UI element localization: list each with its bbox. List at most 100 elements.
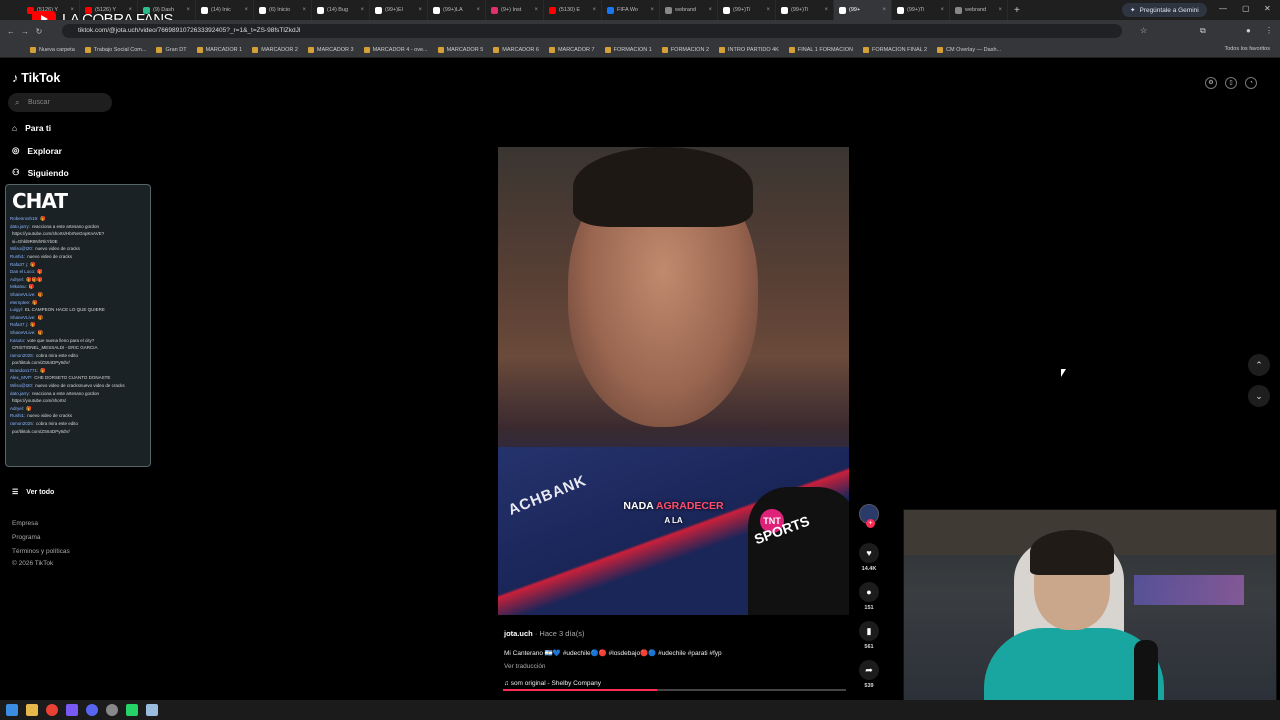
tab-close-icon[interactable]: × [244, 7, 248, 13]
browser-tab[interactable]: FIFA Wo × [602, 0, 660, 20]
tab-close-icon[interactable]: × [708, 7, 712, 13]
url-field[interactable]: tiktok.com/@jota.uch/video/7669891072633… [62, 24, 1122, 38]
tab-close-icon[interactable]: × [592, 7, 596, 13]
file-explorer-icon[interactable] [26, 704, 38, 716]
video-progress-bar[interactable] [503, 689, 846, 691]
forward-icon[interactable]: → [18, 27, 32, 36]
bookmark-item[interactable]: Nueva carpeta [30, 46, 75, 53]
save-button[interactable]: ▮ 561 [857, 621, 881, 650]
chrome-icon[interactable] [46, 704, 58, 716]
tab-close-icon[interactable]: × [766, 7, 770, 13]
bookmark-item[interactable]: MARCADOR 7 [548, 46, 595, 53]
bookmark-item[interactable]: FINAL 1 FORMACION [788, 46, 853, 53]
user-avatar-icon[interactable]: ◔ [1245, 77, 1257, 89]
search-input[interactable]: ⌕ Buscar [8, 93, 112, 112]
bookmark-item[interactable]: MARCADOR 2 [252, 46, 298, 53]
tab-close-icon[interactable]: × [418, 7, 422, 13]
reload-icon[interactable]: ↻ [32, 27, 46, 36]
browser-tab-bar: (5126) Y × (5126) Y × (9) Dash × (14) Inic × (6)… [0, 0, 1280, 20]
whatsapp-icon[interactable] [126, 704, 138, 716]
chat-text: 🎁 [37, 269, 43, 275]
tab-close-icon[interactable]: × [940, 7, 944, 13]
profile-icon[interactable]: ● [1246, 26, 1251, 35]
browser-tab[interactable]: (5130) E × [544, 0, 602, 20]
tab-close-icon[interactable]: × [360, 7, 364, 13]
browser-tab[interactable]: (14) Inic × [196, 0, 254, 20]
previous-video-button[interactable]: ⌃ [1248, 354, 1270, 376]
tab-close-icon[interactable]: × [824, 7, 828, 13]
nav-for-you[interactable]: ⌂ Para ti [12, 123, 51, 133]
back-icon[interactable]: ← [4, 27, 18, 36]
browser-tab[interactable]: (99+)Ti × [718, 0, 776, 20]
footer-program[interactable]: Programa [12, 534, 41, 541]
creator-username[interactable]: jota.uch [504, 629, 533, 638]
all-bookmarks[interactable]: Todos los favoritos [1224, 46, 1270, 52]
notes-icon[interactable] [146, 704, 158, 716]
bookmark-item[interactable]: MARCADOR 6 [493, 46, 539, 53]
bookmark-item[interactable]: Trabajo Social Com... [84, 46, 146, 53]
browser-tab[interactable]: (9+) Inst × [486, 0, 544, 20]
device-icon[interactable]: ▯ [1225, 77, 1237, 89]
extensions-icon[interactable]: ⧉ [1200, 26, 1206, 36]
tab-close-icon[interactable]: × [998, 7, 1002, 13]
settings-icon[interactable]: ⚙ [1205, 77, 1217, 89]
subtitle-word: NADA [623, 500, 654, 512]
browser-tab[interactable]: (6) Inicio × [254, 0, 312, 20]
tab-close-icon[interactable]: × [302, 7, 306, 13]
bookmark-item[interactable]: MARCADOR 3 [307, 46, 354, 53]
bookmark-item[interactable]: INTRO PARTIDO 4K [719, 46, 779, 53]
video-player[interactable]: ACHBANK TNT SPORTS NADA AGRADECER A LA [498, 147, 849, 615]
chat-message: Rushi1: nuevo video de cracks [10, 412, 148, 420]
chat-username: Rafa37 j: [10, 322, 29, 328]
browser-tab[interactable]: (99+)El × [370, 0, 428, 20]
browser-tab[interactable]: webrand × [660, 0, 718, 20]
obs-icon[interactable] [106, 704, 118, 716]
maximize-icon[interactable]: ▢ [1242, 4, 1250, 13]
tab-close-icon[interactable]: × [476, 7, 480, 13]
discord-icon[interactable] [86, 704, 98, 716]
share-button[interactable]: ➦ 539 [857, 660, 881, 689]
bookmark-star-icon[interactable]: ☆ [1140, 26, 1147, 35]
close-window-icon[interactable]: ✕ [1264, 4, 1271, 13]
browser-tab[interactable]: (99+)Ti × [776, 0, 834, 20]
nav-following[interactable]: ⚇ Siguiendo [12, 167, 69, 178]
like-button[interactable]: ♥ 14.4K [857, 543, 881, 572]
app-icon[interactable] [66, 704, 78, 716]
browser-tab[interactable]: webrand × [950, 0, 1008, 20]
browser-tab[interactable]: (99+ × [834, 0, 892, 20]
footer-company[interactable]: Empresa [12, 520, 38, 527]
footer-terms[interactable]: Términos y políticas [12, 548, 70, 555]
chat-message: Wilso@t20: nuevo video de cracks [10, 245, 148, 253]
post-time: · Hace 3 día(s) [532, 629, 585, 638]
browser-tab[interactable]: (99+)LA × [428, 0, 486, 20]
bookmark-item[interactable]: MARCADOR 5 [437, 46, 483, 53]
minimize-icon[interactable]: — [1219, 4, 1227, 13]
tab-close-icon[interactable]: × [186, 7, 190, 13]
browser-tab[interactable]: (99+)Ti × [892, 0, 950, 20]
comment-button[interactable]: ● 151 [857, 582, 881, 611]
menu-icon[interactable]: ⋮ [1265, 26, 1273, 35]
creator-avatar[interactable]: + [859, 504, 879, 528]
translate-link[interactable]: Ver traducción [504, 663, 844, 670]
bookmark-item[interactable]: FORMACION FINAL 2 [862, 46, 927, 53]
tab-close-icon[interactable]: × [534, 7, 538, 13]
chat-username: Rushi1: [10, 413, 26, 419]
bookmark-item[interactable]: CM Overlay — Dash... [937, 46, 1001, 53]
tab-close-icon[interactable]: × [882, 7, 886, 13]
bookmark-item[interactable]: Gran DT [156, 46, 187, 53]
bookmark-item[interactable]: MARCADOR 1 [196, 46, 242, 53]
start-icon[interactable] [6, 704, 18, 716]
see-all-button[interactable]: ☰ Ver todo [12, 488, 54, 497]
browser-tab[interactable]: (14) Bug × [312, 0, 370, 20]
tab-close-icon[interactable]: × [650, 7, 654, 13]
next-video-button[interactable]: ⌄ [1248, 385, 1270, 407]
music-link[interactable]: ♫ som original - Shelby Company [504, 680, 844, 687]
gemini-button[interactable]: ✦ Pregúntale a Gemini [1122, 3, 1207, 17]
tiktok-logo[interactable]: ♪ TikTok [12, 71, 60, 85]
nav-explore[interactable]: ◎ Explorar [12, 145, 62, 156]
bookmark-item[interactable]: FORMACION 2 [661, 46, 709, 53]
bookmark-item[interactable]: FORMACION 1 [604, 46, 652, 53]
follow-plus-icon[interactable]: + [866, 519, 875, 528]
new-tab-button[interactable]: + [1014, 5, 1020, 16]
bookmark-item[interactable]: MARCADOR 4 - ove... [363, 46, 428, 53]
